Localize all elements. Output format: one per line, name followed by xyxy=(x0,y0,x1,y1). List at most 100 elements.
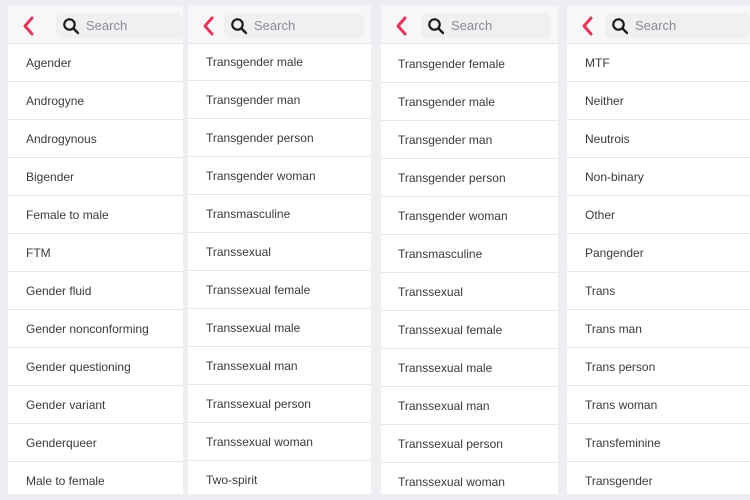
list-item[interactable]: Transsexual man xyxy=(381,387,558,425)
list-item[interactable]: Agender xyxy=(8,44,183,82)
back-button[interactable] xyxy=(577,14,599,38)
list-item[interactable]: Transsexual man xyxy=(188,347,371,385)
list-item[interactable]: Transgender person xyxy=(381,159,558,197)
list-item[interactable]: Non-binary xyxy=(567,158,750,196)
search-icon xyxy=(612,18,629,35)
list-item[interactable]: Transgender xyxy=(567,462,750,494)
list-item-label: Transsexual female xyxy=(398,322,503,337)
list-item[interactable]: Transsexual xyxy=(188,233,371,271)
search-input[interactable]: Search xyxy=(421,13,551,39)
list-item-label: Neutrois xyxy=(585,131,630,146)
list-item-label: Transsexual person xyxy=(398,436,503,451)
list-item[interactable]: Transsexual person xyxy=(381,425,558,463)
list-item[interactable]: Female to male xyxy=(8,196,183,234)
list-item[interactable]: Transfeminine xyxy=(567,424,750,462)
panel-header: Search xyxy=(567,6,750,44)
list-item-label: Transsexual woman xyxy=(206,434,313,449)
list-item[interactable]: Other xyxy=(567,196,750,234)
search-input[interactable]: Search xyxy=(56,13,183,39)
back-button[interactable] xyxy=(18,14,40,38)
search-placeholder: Search xyxy=(254,18,296,33)
list-item-label: Transsexual xyxy=(398,284,463,299)
list-item[interactable]: Neutrois xyxy=(567,120,750,158)
list-panel-1: Search Agender Androgyne Androgynous Bigende… xyxy=(8,6,183,494)
search-icon xyxy=(63,18,80,35)
list-item[interactable]: Transsexual male xyxy=(188,309,371,347)
list-item[interactable]: Transsexual person xyxy=(188,385,371,423)
list-item[interactable]: Genderqueer xyxy=(8,424,183,462)
list-item-label: Non-binary xyxy=(585,169,644,184)
list-item[interactable]: Trans man xyxy=(567,310,750,348)
list-item[interactable]: Androgyne xyxy=(8,82,183,120)
back-button[interactable] xyxy=(198,14,220,38)
list-item[interactable]: Androgynous xyxy=(8,120,183,158)
list-item-label: Transsexual man xyxy=(206,358,298,373)
list-item-label: Two-spirit xyxy=(206,472,258,487)
list-item-label: Trans woman xyxy=(585,397,658,412)
search-placeholder: Search xyxy=(451,18,493,33)
list-item-label: Androgyne xyxy=(26,93,85,108)
list-item[interactable]: Gender questioning xyxy=(8,348,183,386)
list-item[interactable]: Transsexual woman xyxy=(381,463,558,494)
option-list: Transgender male Transgender man Transgend… xyxy=(188,43,371,494)
list-item[interactable]: Transsexual female xyxy=(381,311,558,349)
list-item-label: Transgender person xyxy=(398,170,506,185)
list-item-label: Transgender woman xyxy=(398,208,508,223)
list-item-label: Transsexual male xyxy=(398,360,493,375)
list-item[interactable]: Bigender xyxy=(8,158,183,196)
list-item[interactable]: Transmasculine xyxy=(188,195,371,233)
list-item-label: Transsexual person xyxy=(206,396,311,411)
list-item[interactable]: Pangender xyxy=(567,234,750,272)
list-item[interactable]: Trans xyxy=(567,272,750,310)
list-item[interactable]: Transgender man xyxy=(381,121,558,159)
list-item-label: Transgender person xyxy=(206,130,314,145)
list-item-label: Transgender woman xyxy=(206,168,316,183)
list-item[interactable]: Gender fluid xyxy=(8,272,183,310)
list-item[interactable]: Gender variant xyxy=(8,386,183,424)
list-item[interactable]: Two-spirit xyxy=(188,461,371,494)
list-item-label: Transgender man xyxy=(398,132,493,147)
list-item[interactable]: Male to female xyxy=(8,462,183,494)
list-item[interactable]: Transsexual female xyxy=(188,271,371,309)
list-item[interactable]: Transsexual woman xyxy=(188,423,371,461)
list-item-label: Transsexual female xyxy=(206,282,311,297)
list-item-label: Bigender xyxy=(26,169,75,184)
list-item-label: Androgynous xyxy=(26,131,97,146)
list-item[interactable]: Transgender person xyxy=(188,119,371,157)
list-item[interactable]: Transsexual xyxy=(381,273,558,311)
list-item-label: Trans xyxy=(585,283,616,298)
list-item[interactable]: Transsexual male xyxy=(381,349,558,387)
chevron-left-icon xyxy=(203,16,214,36)
list-item-label: Transmasculine xyxy=(398,246,483,261)
list-item-label: Transgender female xyxy=(398,56,505,71)
list-item-label: Transsexual man xyxy=(398,398,490,413)
list-item-label: Gender variant xyxy=(26,397,106,412)
list-item[interactable]: Transgender man xyxy=(188,81,371,119)
list-item[interactable]: Gender nonconforming xyxy=(8,310,183,348)
list-item[interactable]: Neither xyxy=(567,82,750,120)
search-input[interactable]: Search xyxy=(224,13,364,39)
search-input[interactable]: Search xyxy=(605,13,750,39)
list-item[interactable]: Transgender female xyxy=(381,45,558,83)
list-item[interactable]: Transgender woman xyxy=(188,157,371,195)
back-button[interactable] xyxy=(391,14,413,38)
list-item[interactable]: Transmasculine xyxy=(381,235,558,273)
list-item[interactable]: Transgender male xyxy=(188,43,371,81)
list-item[interactable]: Trans woman xyxy=(567,386,750,424)
list-item-label: Neither xyxy=(585,93,624,108)
list-item-label: Transsexual xyxy=(206,244,271,259)
list-item[interactable]: Trans person xyxy=(567,348,750,386)
list-item[interactable]: Transgender male xyxy=(381,83,558,121)
list-item-label: Trans man xyxy=(585,321,642,336)
list-item[interactable]: Transgender woman xyxy=(381,197,558,235)
search-placeholder: Search xyxy=(635,18,677,33)
list-item-label: Trans person xyxy=(585,359,656,374)
panel-header: Search xyxy=(188,6,371,44)
list-item-label: Gender nonconforming xyxy=(26,321,149,336)
list-item[interactable]: FTM xyxy=(8,234,183,272)
list-item-label: FTM xyxy=(26,245,51,260)
list-item[interactable]: MTF xyxy=(567,44,750,82)
list-item-label: Male to female xyxy=(26,473,105,488)
option-list: Agender Androgyne Androgynous Bigender Femal… xyxy=(8,44,183,494)
list-panel-3: Search Transgender female Transgender male… xyxy=(381,6,558,494)
